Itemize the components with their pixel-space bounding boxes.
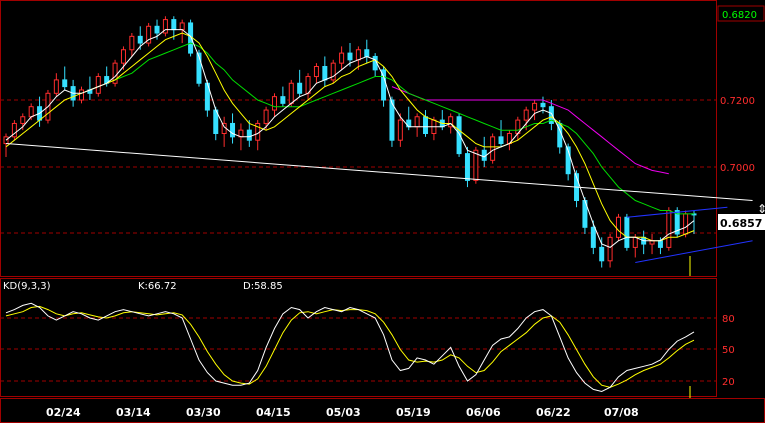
kd-tick-label: 50	[722, 345, 735, 356]
price-tick-label: 0.7200	[720, 96, 755, 107]
candle-body	[590, 226, 596, 248]
candle-body	[649, 240, 655, 245]
candle-body	[322, 66, 328, 81]
candle-body	[615, 216, 621, 238]
kd-tick-label: 20	[722, 377, 735, 388]
candle-body	[523, 109, 529, 121]
k-value-label: K:66.72	[138, 281, 177, 292]
candle-body	[120, 49, 126, 64]
candle-body	[347, 52, 353, 61]
candle-body	[271, 96, 277, 111]
kd-title: KD(9,3,3)	[3, 281, 51, 292]
candle-body	[171, 19, 177, 31]
candle-body	[414, 116, 420, 128]
date-label: 03/14	[116, 406, 151, 419]
candle-body	[129, 35, 135, 51]
date-label: 07/08	[604, 406, 639, 419]
candle-body	[339, 52, 345, 64]
price-plot	[3, 16, 753, 276]
d-value-label: D:58.85	[243, 281, 283, 292]
candle-body	[397, 119, 403, 141]
date-label: 02/24	[46, 406, 81, 419]
candle-body	[137, 35, 143, 44]
date-label: 06/06	[466, 406, 501, 419]
candle-body	[288, 82, 294, 104]
candle-body	[280, 96, 286, 104]
candle-body	[62, 79, 68, 88]
candle-body	[53, 79, 59, 94]
cursor-arrow-icon: ⇕	[757, 202, 765, 216]
kd-tick-label: 80	[722, 314, 735, 325]
top-price-tag: 0.6820	[722, 10, 757, 21]
candle-body	[297, 82, 303, 94]
candle-body	[607, 236, 613, 262]
candle-body	[464, 153, 470, 181]
candle-body	[3, 136, 9, 145]
candle-body	[657, 240, 663, 248]
candle-body	[683, 213, 689, 235]
date-label: 06/22	[536, 406, 571, 419]
candle-body	[599, 246, 605, 262]
candle-body	[263, 109, 269, 124]
price-panel-frame	[0, 0, 717, 277]
d-line	[5, 305, 695, 388]
candle-body	[305, 76, 311, 94]
candle-body	[498, 136, 504, 145]
candle-body	[154, 25, 160, 34]
kd-panel-frame	[0, 278, 717, 397]
candle-body	[313, 66, 319, 78]
candle-body	[230, 122, 236, 138]
date-label: 05/03	[326, 406, 361, 419]
candle-body	[246, 129, 252, 141]
candle-body	[20, 116, 26, 124]
candle-body	[79, 89, 85, 101]
candle-body	[364, 49, 370, 57]
candle-body	[355, 49, 361, 61]
candle-body	[179, 22, 185, 31]
date-label: 04/15	[256, 406, 291, 419]
forex-chart[interactable]: 0.6820 0.7200 0.7000 80 50 20 KD(9,3,3) …	[0, 0, 765, 423]
current-price-tag: 0.6857	[720, 217, 762, 230]
candle-body	[632, 236, 638, 248]
candle-body	[624, 216, 630, 248]
k-line	[5, 302, 695, 393]
candle-body	[490, 136, 496, 161]
candle-body	[540, 102, 546, 108]
candle-body	[532, 102, 538, 111]
candle-body	[473, 149, 479, 181]
candle-body	[28, 106, 34, 118]
trendline	[5, 143, 753, 201]
candle-body	[95, 76, 101, 94]
price-tick-label: 0.7000	[720, 163, 755, 174]
candle-body	[666, 210, 672, 248]
date-label: 03/30	[186, 406, 221, 419]
candle-body	[423, 116, 429, 134]
date-label: 05/19	[396, 406, 431, 419]
